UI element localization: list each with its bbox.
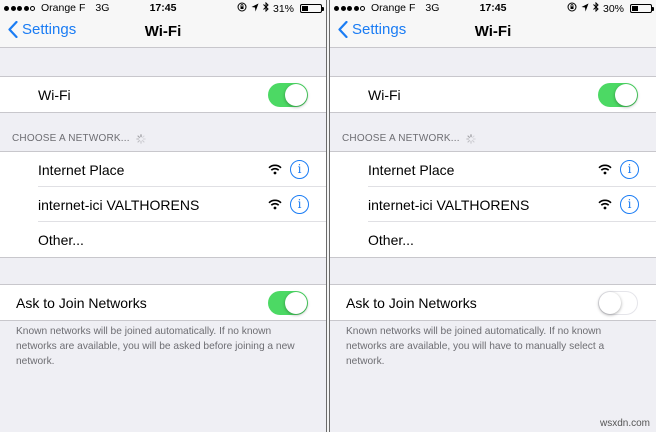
network-row[interactable]: internet-ici VALTHORENS i bbox=[0, 187, 326, 222]
network-name: internet-ici VALTHORENS bbox=[368, 196, 530, 213]
wifi-toggle[interactable] bbox=[598, 83, 638, 107]
spinner-icon bbox=[465, 133, 476, 144]
network-name: Internet Place bbox=[38, 161, 125, 178]
wifi-icon bbox=[268, 164, 282, 175]
settings-screen-left: Orange F 3G 17:45 31% Settings Wi-Fi Wi-… bbox=[0, 0, 326, 432]
navigation-bar: Settings Wi-Fi bbox=[330, 16, 656, 48]
wifi-label: Wi-Fi bbox=[38, 86, 71, 103]
ask-to-join-toggle[interactable] bbox=[268, 291, 308, 315]
wifi-group: Wi-Fi bbox=[0, 76, 326, 113]
wifi-row: Wi-Fi bbox=[330, 77, 656, 112]
settings-screen-right: Orange F 3G 17:45 30% Settings Wi-Fi Wi-… bbox=[330, 0, 656, 432]
ask-to-join-footer: Known networks will be joined automatica… bbox=[346, 326, 605, 367]
status-bar: Orange F 3G 17:45 30% bbox=[330, 0, 656, 16]
info-icon[interactable]: i bbox=[290, 160, 309, 179]
ask-to-join-row: Ask to Join Networks bbox=[0, 285, 326, 320]
wifi-icon bbox=[268, 199, 282, 210]
network-row[interactable]: Internet Place i bbox=[330, 152, 656, 187]
location-arrow-icon bbox=[251, 3, 259, 15]
info-icon[interactable]: i bbox=[620, 195, 639, 214]
choose-network-label: CHOOSE A NETWORK... bbox=[12, 133, 130, 144]
battery-icon bbox=[630, 4, 654, 13]
other-label: Other... bbox=[38, 231, 84, 248]
navigation-bar: Settings Wi-Fi bbox=[0, 16, 326, 48]
ask-to-join-row: Ask to Join Networks bbox=[330, 285, 656, 320]
network-row[interactable]: internet-ici VALTHORENS i bbox=[330, 187, 656, 222]
choose-network-label: CHOOSE A NETWORK... bbox=[342, 133, 460, 144]
wifi-icon bbox=[598, 164, 612, 175]
ask-to-join-toggle[interactable] bbox=[598, 291, 638, 315]
spinner-icon bbox=[135, 133, 146, 144]
wifi-icon bbox=[598, 199, 612, 210]
lock-rotation-icon bbox=[237, 2, 247, 15]
info-icon[interactable]: i bbox=[620, 160, 639, 179]
wifi-row: Wi-Fi bbox=[0, 77, 326, 112]
bluetooth-icon bbox=[593, 1, 599, 15]
page-title: Wi-Fi bbox=[144, 23, 182, 40]
wifi-label: Wi-Fi bbox=[368, 86, 401, 103]
choose-network-header: CHOOSE A NETWORK... bbox=[12, 133, 146, 144]
location-arrow-icon bbox=[581, 3, 589, 15]
ask-to-join-label: Ask to Join Networks bbox=[346, 294, 477, 311]
info-icon[interactable]: i bbox=[290, 195, 309, 214]
lock-rotation-icon bbox=[567, 2, 577, 15]
other-label: Other... bbox=[368, 231, 414, 248]
network-name: Internet Place bbox=[368, 161, 455, 178]
ask-join-group: Ask to Join Networks bbox=[0, 284, 326, 321]
ask-join-group: Ask to Join Networks bbox=[330, 284, 656, 321]
wifi-toggle[interactable] bbox=[268, 83, 308, 107]
choose-network-header: CHOOSE A NETWORK... bbox=[342, 133, 476, 144]
networks-group: Internet Place i internet-ici VALTHORENS… bbox=[330, 151, 656, 258]
battery-percent: 31% bbox=[272, 2, 294, 15]
network-row[interactable]: Internet Place i bbox=[0, 152, 326, 187]
networks-group: Internet Place i internet-ici VALTHORENS… bbox=[0, 151, 326, 258]
other-network-row[interactable]: Other... bbox=[0, 222, 326, 257]
wifi-group: Wi-Fi bbox=[330, 76, 656, 113]
watermark: wsxdn.com bbox=[599, 418, 650, 429]
other-network-row[interactable]: Other... bbox=[330, 222, 656, 257]
status-bar: Orange F 3G 17:45 31% bbox=[0, 0, 326, 16]
battery-percent: 30% bbox=[602, 2, 624, 15]
ask-to-join-footer: Known networks will be joined automatica… bbox=[16, 326, 295, 367]
battery-icon bbox=[300, 4, 324, 13]
bluetooth-icon bbox=[263, 1, 269, 15]
page-title: Wi-Fi bbox=[474, 23, 512, 40]
ask-to-join-label: Ask to Join Networks bbox=[16, 294, 147, 311]
network-name: internet-ici VALTHORENS bbox=[38, 196, 200, 213]
